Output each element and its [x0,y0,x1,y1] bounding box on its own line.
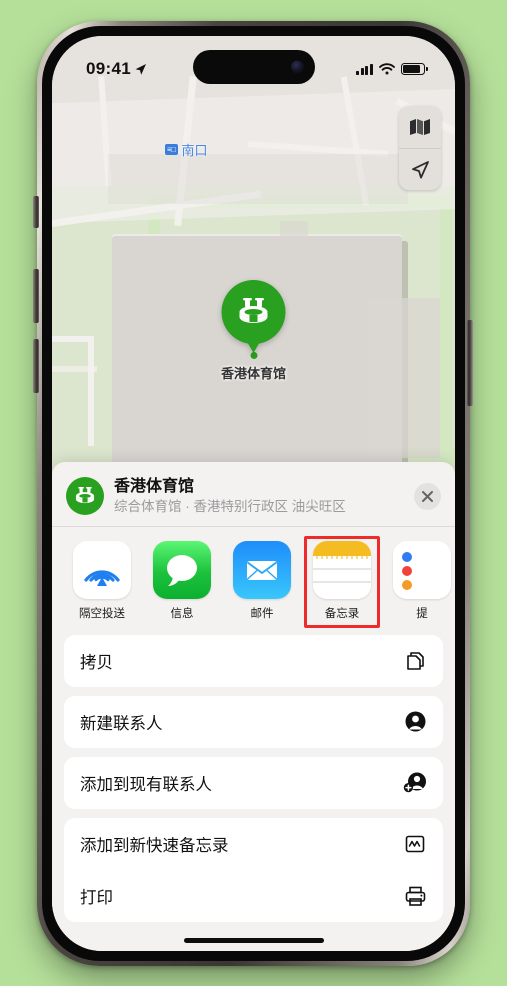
map-mode-button[interactable] [399,106,441,148]
share-app-label: 备忘录 [324,607,360,620]
airdrop-icon [73,540,131,599]
share-app-label: 邮件 [250,607,274,620]
stadium-icon [239,298,268,323]
copy-icon [403,649,427,673]
share-actions-list: 拷贝 新建联系人 添加到现有联系人 添加到新快速备忘录 打印 [52,631,455,951]
front-camera-lens-icon [290,60,304,74]
close-button[interactable] [414,482,441,510]
map-layers-icon [410,119,430,135]
messages-icon [153,540,211,599]
map-entrance-label[interactable]: ≡□ 南口 [165,140,208,159]
stadium-icon [75,487,95,504]
dynamic-island [192,50,315,84]
entrance-label-text: 南口 [181,143,208,158]
battery-icon [401,63,428,75]
reminders-icon [393,540,451,599]
share-sheet-titles: 香港体育馆 综合体育馆 · 香港特别行政区 油尖旺区 [114,477,404,516]
action-label: 添加到现有联系人 [80,775,212,794]
action-group-existing-contact: 添加到现有联系人 [64,756,443,809]
action-group-quick-note: 添加到新快速备忘录 打印 [64,817,443,922]
pin-bubble [221,280,286,344]
action-group-contacts: 新建联系人 [64,695,443,748]
quick-note-icon [403,832,427,856]
share-app-label: 提 [416,607,428,620]
status-time-group: 09:41 [86,59,147,79]
share-app-mail[interactable]: 邮件 [230,540,294,621]
status-time-text: 09:41 [86,59,131,78]
wifi-icon [379,63,395,75]
share-sheet-subtitle: 综合体育馆 · 香港特别行政区 油尖旺区 [114,499,346,514]
action-label: 打印 [80,888,113,907]
pin-label: 香港体育馆 [220,366,287,381]
action-label: 添加到新快速备忘录 [80,836,229,855]
volume-up-button[interactable] [33,269,39,323]
pin-anchor-dot [249,352,257,359]
action-row-copy[interactable]: 拷贝 [64,635,443,687]
add-to-contact-icon [403,771,427,795]
share-sheet: 香港体育馆 综合体育馆 · 香港特别行政区 油尖旺区 隔空投送 信息 邮件 备忘… [52,462,455,951]
share-app-reminders[interactable]: 提 [390,540,454,621]
action-row-print[interactable]: 打印 [64,870,443,922]
new-contact-icon [403,710,427,734]
action-group-copy: 拷贝 [64,634,443,687]
home-indicator[interactable] [183,938,324,943]
volume-down-button[interactable] [33,339,39,393]
share-app-notes[interactable]: 备忘录 [304,535,380,628]
action-row-new-contact[interactable]: 新建联系人 [64,696,443,748]
cellular-signal-icon [356,63,373,75]
close-icon [422,490,433,502]
mail-icon [233,540,291,599]
phone-screen: ≡□ 南口 香港体育馆 09:41 香港体育馆 综合体育馆 · 香港特别行政区 … [52,36,455,951]
action-row-quick-note[interactable]: 添加到新快速备忘录 [64,818,443,870]
action-row-add-to-contact[interactable]: 添加到现有联系人 [64,757,443,809]
share-apps-row[interactable]: 隔空投送 信息 邮件 备忘录 提 [52,527,455,631]
share-app-label: 信息 [170,607,194,620]
map-controls-group [399,106,441,190]
entrance-badge-icon: ≡□ [165,144,178,155]
printer-icon [403,884,427,908]
action-button[interactable] [33,196,39,228]
status-indicators [356,63,428,75]
share-sheet-title: 香港体育馆 [114,478,195,495]
navigation-arrow-icon [412,160,429,178]
share-sheet-place-icon [66,477,104,516]
map-pin-stadium[interactable]: 香港体育馆 [221,280,286,382]
power-button[interactable] [467,320,473,406]
share-sheet-header: 香港体育馆 综合体育馆 · 香港特别行政区 油尖旺区 [52,462,455,526]
location-arrow-icon [135,63,146,75]
share-app-airdrop[interactable]: 隔空投送 [70,540,134,621]
share-app-label: 隔空投送 [79,607,125,620]
locate-me-button[interactable] [399,148,441,190]
notes-icon [313,540,371,599]
action-label: 拷贝 [80,653,113,672]
share-app-messages[interactable]: 信息 [150,540,214,621]
action-label: 新建联系人 [80,714,163,733]
